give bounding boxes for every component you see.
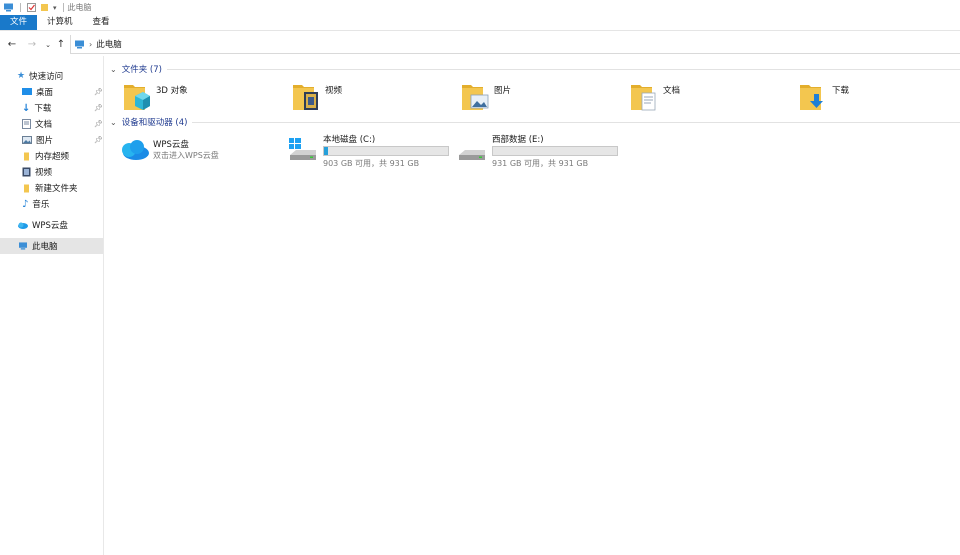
device-description: 双击进入WPS云盘 (153, 151, 219, 160)
folders-group-header[interactable]: ⌄ 文件夹 (7) (110, 63, 960, 75)
navigation-bar: ← → ⌄ ↑ › 此电脑 (0, 35, 960, 54)
title-bar: ▾ 此电脑 (0, 0, 960, 15)
drive-name: 西部数据 (E:) (492, 135, 544, 145)
quick-access-toolbar: ▾ (0, 3, 66, 12)
breadcrumb[interactable]: 此电脑 (96, 38, 122, 50)
folder-3d-objects[interactable]: 3D 对象 (123, 82, 283, 116)
sidebar-item-label: 文档 (35, 120, 53, 130)
cloud-icon (18, 222, 28, 229)
tab-computer[interactable]: 计算机 (37, 15, 83, 30)
sidebar-item-label: 快速访问 (29, 72, 64, 82)
sidebar-item-label: 桌面 (36, 88, 54, 98)
this-pc-icon (4, 3, 13, 12)
new-folder-icon[interactable] (40, 3, 49, 12)
drive-usage-fill (324, 147, 328, 155)
folder-icon (24, 184, 29, 192)
forward-arrow-icon[interactable]: → (25, 38, 39, 52)
this-pc-icon (75, 40, 84, 48)
picture-icon (22, 136, 32, 144)
folder-documents[interactable]: 文档 (630, 82, 790, 116)
folder-icon (24, 152, 29, 160)
group-title: 设备和驱动器 (4) (121, 118, 188, 128)
folder-label: 3D 对象 (156, 86, 188, 96)
collapse-chevron-icon[interactable]: ⌄ (110, 65, 117, 74)
device-wps-cloud[interactable]: WPS云盘 双击进入WPS云盘 (118, 137, 278, 171)
sidebar-item-label: 内存超频 (35, 152, 70, 162)
sidebar-item-label: 音乐 (32, 200, 50, 210)
folder-label: 文档 (663, 86, 681, 96)
document-icon (22, 119, 31, 129)
sidebar-item-label: 新建文件夹 (35, 184, 78, 194)
sidebar-item-this-pc[interactable]: 此电脑 (0, 238, 103, 254)
sidebar-item-label: 图片 (36, 136, 54, 146)
star-icon: ★ (17, 71, 26, 81)
group-title: 文件夹 (7) (121, 65, 162, 75)
customize-toolbar-icon[interactable]: ▾ (53, 4, 57, 12)
folder-downloads[interactable]: 下载 (799, 82, 959, 116)
pin-icon[interactable]: 📌︎ (94, 120, 103, 128)
this-pc-icon (19, 242, 27, 250)
folder-videos[interactable]: 视频 (292, 82, 452, 116)
pin-icon[interactable]: 📌︎ (94, 136, 103, 144)
devices-group-header[interactable]: ⌄ 设备和驱动器 (4) (110, 116, 960, 128)
folder-label: 下载 (832, 86, 850, 96)
drive-name: 本地磁盘 (C:) (323, 135, 376, 145)
content-pane: ⌄ 文件夹 (7) 3D 对象 视频 图片 文档 下载 ⌄ 设备和驱动器 (4)… (105, 56, 960, 555)
drive-free-space: 931 GB 可用，共 931 GB (492, 159, 589, 168)
download-arrow-icon: ↓ (22, 102, 31, 114)
window-title: 此电脑 (67, 3, 92, 12)
recent-locations-chevron-icon[interactable]: ⌄ (41, 38, 55, 52)
drive-usage-bar (492, 146, 618, 156)
breadcrumb-separator-icon[interactable]: › (89, 40, 92, 49)
pin-icon[interactable]: 📌︎ (94, 104, 103, 112)
desktop-icon (22, 88, 32, 95)
pictures-folder-icon (462, 85, 489, 110)
folder-pictures[interactable]: 图片 (461, 82, 621, 116)
drive-c[interactable]: 本地磁盘 (C:) 903 GB 可用，共 931 GB (288, 132, 458, 168)
properties-icon[interactable] (27, 3, 36, 12)
tab-view[interactable]: 查看 (83, 15, 120, 30)
ribbon-tabs: 文件 计算机 查看 (0, 15, 960, 31)
folder-label: 视频 (325, 86, 343, 96)
back-arrow-icon[interactable]: ← (5, 38, 19, 52)
drive-usage-bar (323, 146, 449, 156)
music-note-icon: ♪ (22, 198, 29, 210)
documents-folder-icon (631, 85, 656, 111)
videos-folder-icon (293, 85, 318, 110)
up-arrow-icon[interactable]: ↑ (54, 38, 68, 52)
drive-e[interactable]: 西部数据 (E:) 931 GB 可用，共 931 GB (457, 132, 627, 168)
hard-drive-icon (459, 150, 485, 160)
video-icon (22, 167, 31, 177)
collapse-chevron-icon[interactable]: ⌄ (110, 118, 117, 127)
drive-free-space: 903 GB 可用，共 931 GB (323, 159, 420, 168)
navigation-pane: ★ 快速访问 桌面 📌︎ ↓ 下载 📌︎ 文档 📌︎ 图片 📌︎ 内存超频 视频… (0, 56, 104, 555)
sidebar-item-label: 此电脑 (32, 242, 58, 252)
sidebar-item-label: 下载 (34, 104, 52, 114)
windows-drive-icon (289, 138, 316, 160)
folder-label: 图片 (494, 86, 512, 96)
cloud-icon (122, 140, 149, 160)
tab-file[interactable]: 文件 (0, 15, 37, 30)
pin-icon[interactable]: 📌︎ (94, 88, 103, 96)
downloads-folder-icon (800, 85, 823, 110)
device-name: WPS云盘 (153, 140, 189, 150)
sidebar-item-label: 视频 (35, 168, 53, 178)
address-box[interactable]: › 此电脑 (70, 35, 960, 54)
sidebar-item-label: WPS云盘 (32, 221, 68, 231)
3d-objects-folder-icon (124, 85, 150, 110)
